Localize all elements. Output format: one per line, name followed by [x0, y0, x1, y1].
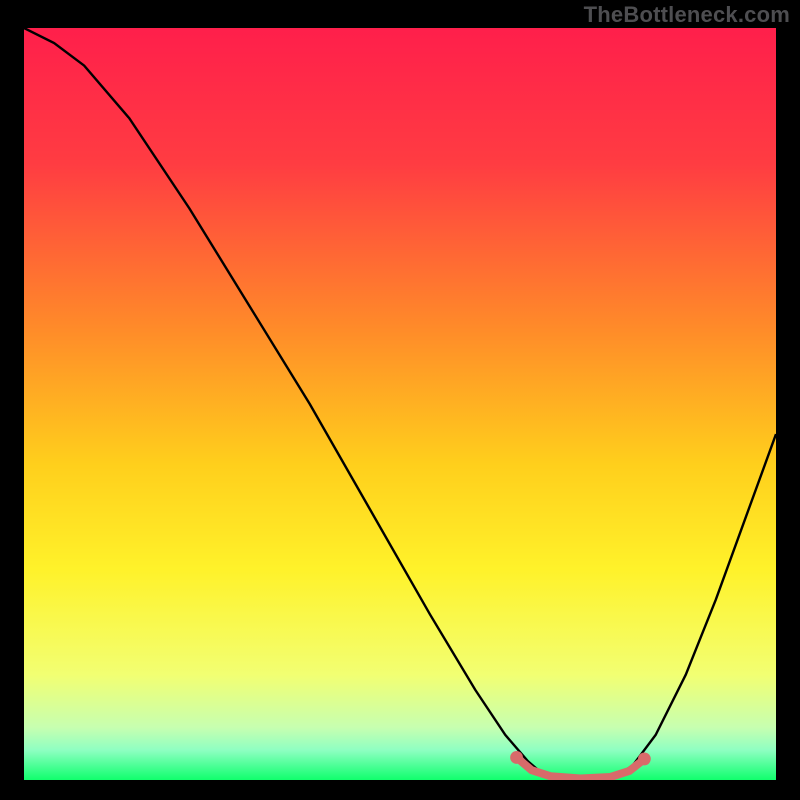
chart-frame: TheBottleneck.com: [0, 0, 800, 800]
highlight-endpoint-dot: [638, 753, 651, 766]
bottleneck-chart: [24, 28, 776, 780]
gradient-backdrop: [24, 28, 776, 780]
attribution-text: TheBottleneck.com: [584, 2, 790, 28]
highlight-endpoint-dot: [510, 751, 523, 764]
